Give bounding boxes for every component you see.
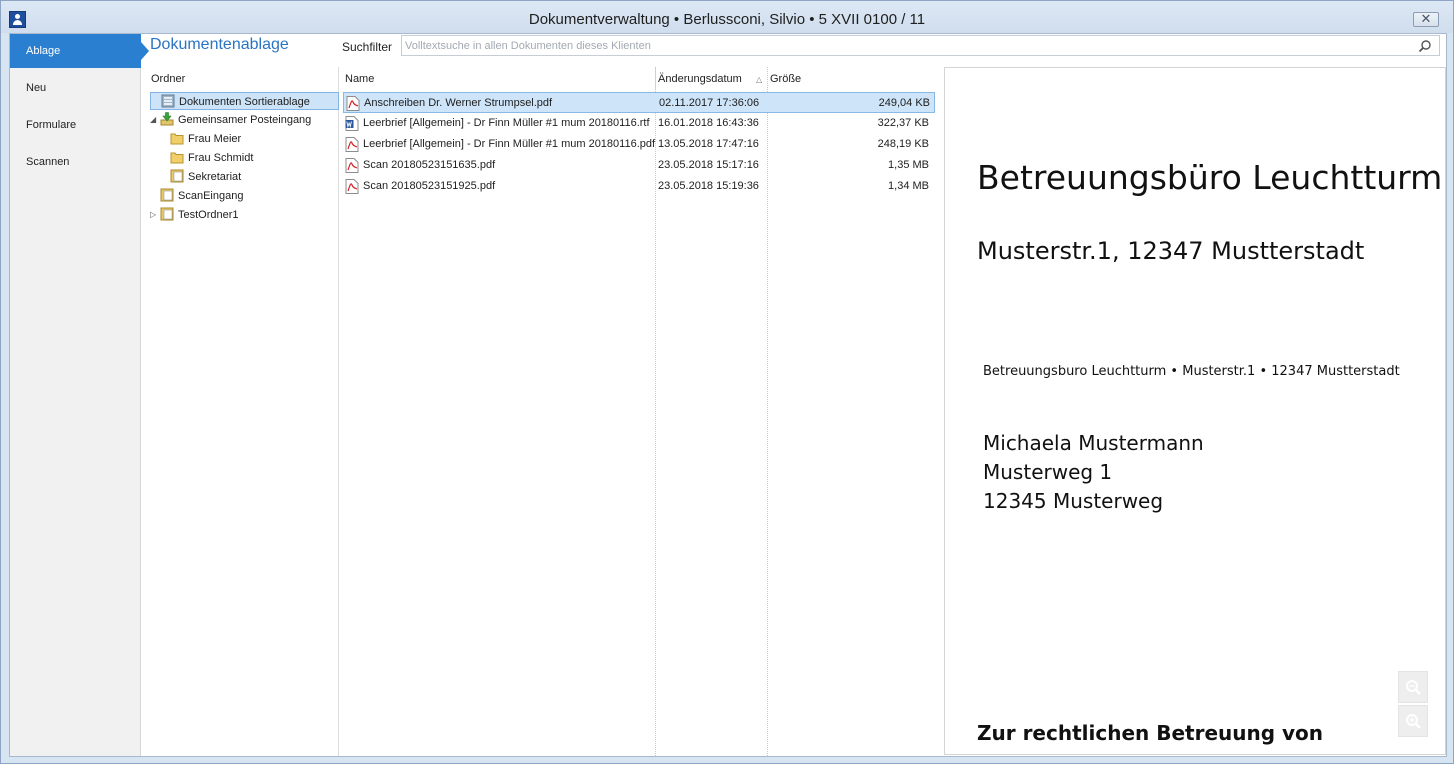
preview-recipient-street: Musterweg 1 <box>983 460 1113 484</box>
file-date: 02.11.2017 17:36:06 <box>659 97 760 109</box>
tree-item-sekretariat[interactable]: Sekretariat <box>170 168 339 186</box>
client-area: Ablage Neu Formulare Scannen Dokumentena… <box>9 33 1447 757</box>
file-size: 322,37 KB <box>877 117 929 129</box>
section-title: Dokumentenablage <box>150 36 289 53</box>
collapsed-arrow-icon[interactable]: ▷ <box>150 211 158 219</box>
column-header-size[interactable]: Größe <box>770 73 801 85</box>
nav-item-formulare[interactable]: Formulare <box>10 108 141 142</box>
tree-item-label: Gemeinsamer Posteingang <box>178 114 312 126</box>
tree-item-testordner1[interactable]: ▷ TestOrdner1 <box>150 206 339 224</box>
file-date: 23.05.2018 15:19:36 <box>658 180 759 192</box>
title-bar[interactable]: Dokumentverwaltung • Berlussconi, Silvio… <box>1 1 1453 33</box>
file-row[interactable]: Anschreiben Dr. Werner Strumpsel.pdf 02.… <box>343 92 935 113</box>
file-name: Scan 20180523151635.pdf <box>363 159 496 171</box>
zoom-out-button[interactable] <box>1398 671 1428 703</box>
tree-item-label: TestOrdner1 <box>178 209 239 221</box>
zoom-in-button[interactable] <box>1398 705 1428 737</box>
side-nav: Ablage Neu Formulare Scannen <box>10 34 149 756</box>
nav-item-neu[interactable]: Neu <box>10 71 141 105</box>
pdf-file-icon <box>345 158 359 173</box>
preview-recipient-city: 12345 Musterweg <box>983 489 1164 513</box>
document-folder-icon <box>161 94 175 108</box>
folder-icon <box>170 152 184 164</box>
sort-ascending-icon: △ <box>756 75 763 84</box>
file-row[interactable]: Scan 20180523151635.pdf 23.05.2018 15:17… <box>343 155 935 176</box>
tree-item-label: Frau Schmidt <box>188 152 254 164</box>
pdf-file-icon <box>345 137 359 152</box>
file-list: Name Änderungsdatum △ Größe Anschreiben … <box>341 67 935 756</box>
file-size: 1,35 MB <box>888 159 929 171</box>
file-date: 23.05.2018 15:17:16 <box>658 159 759 171</box>
nav-item-ablage[interactable]: Ablage <box>10 34 149 68</box>
pdf-file-icon <box>346 96 360 111</box>
file-size: 248,19 KB <box>877 138 929 150</box>
word-file-icon <box>345 116 359 131</box>
file-size: 1,34 MB <box>888 180 929 192</box>
nav-item-scannen[interactable]: Scannen <box>10 145 141 179</box>
file-row[interactable]: Leerbrief [Allgemein] - Dr Finn Müller #… <box>343 113 935 134</box>
search-box[interactable] <box>401 35 1440 56</box>
preview-sender-line: Betreuungsburo Leuchtturm • Musterstr.1 … <box>983 364 1400 379</box>
document-preview[interactable]: Betreuungsbüro Leuchtturm Musterstr.1, 1… <box>944 67 1446 755</box>
column-header-name[interactable]: Name <box>345 73 374 85</box>
tree-item-label: ScanEingang <box>178 190 244 202</box>
file-date: 13.05.2018 17:47:16 <box>658 138 759 150</box>
preview-recipient-name: Michaela Mustermann <box>983 431 1204 455</box>
folder-tree: Ordner Dokumenten Sortierablage ◢ Gemein… <box>141 67 339 756</box>
tree-item-gemeinsamer-posteingang[interactable]: ◢ Gemeinsamer Posteingang <box>150 111 339 129</box>
preview-company-address: Musterstr.1, 12347 Mustterstadt <box>977 237 1365 265</box>
file-row[interactable]: Scan 20180523151925.pdf 23.05.2018 15:19… <box>343 176 935 197</box>
inbox-download-icon <box>160 112 174 126</box>
preview-subject: Zur rechtlichen Betreuung von <box>977 721 1324 745</box>
tree-item-scaneingang[interactable]: ScanEingang <box>160 187 339 205</box>
app-window: Dokumentverwaltung • Berlussconi, Silvio… <box>0 0 1454 764</box>
tree-item-label: Frau Meier <box>188 133 242 145</box>
file-name: Anschreiben Dr. Werner Strumpsel.pdf <box>364 97 553 109</box>
column-header-date[interactable]: Änderungsdatum <box>658 73 742 85</box>
search-icon[interactable] <box>1418 39 1432 53</box>
expanded-arrow-icon[interactable]: ◢ <box>150 116 158 124</box>
pdf-file-icon <box>345 179 359 194</box>
search-input[interactable] <box>403 36 1403 55</box>
file-row[interactable]: Leerbrief [Allgemein] - Dr Finn Müller #… <box>343 134 935 155</box>
file-name: Leerbrief [Allgemein] - Dr Finn Müller #… <box>363 117 650 129</box>
window-title: Dokumentverwaltung • Berlussconi, Silvio… <box>528 11 926 28</box>
preview-company-name: Betreuungsbüro Leuchtturm <box>977 158 1443 197</box>
tree-item-dokumenten-sortierablage[interactable]: Dokumenten Sortierablage <box>150 92 339 110</box>
zoom-in-icon <box>1406 714 1421 729</box>
tree-item-label: Dokumenten Sortierablage <box>179 96 310 108</box>
document-folder-icon <box>160 188 174 202</box>
search-filter-label: Suchfilter <box>342 40 393 54</box>
file-date: 16.01.2018 16:43:36 <box>658 117 759 129</box>
file-name: Scan 20180523151925.pdf <box>363 180 496 192</box>
document-folder-icon <box>170 169 184 183</box>
column-header-ordner: Ordner <box>151 73 186 85</box>
tree-item-frau-meier[interactable]: Frau Meier <box>170 130 339 148</box>
file-name: Leerbrief [Allgemein] - Dr Finn Müller #… <box>363 138 656 150</box>
close-button[interactable]: ✕ <box>1413 12 1439 27</box>
tree-item-frau-schmidt[interactable]: Frau Schmidt <box>170 149 339 167</box>
file-size: 249,04 KB <box>878 97 930 109</box>
document-folder-icon <box>160 207 174 221</box>
folder-icon <box>170 133 184 145</box>
tree-item-label: Sekretariat <box>188 171 242 183</box>
zoom-out-icon <box>1406 680 1421 695</box>
